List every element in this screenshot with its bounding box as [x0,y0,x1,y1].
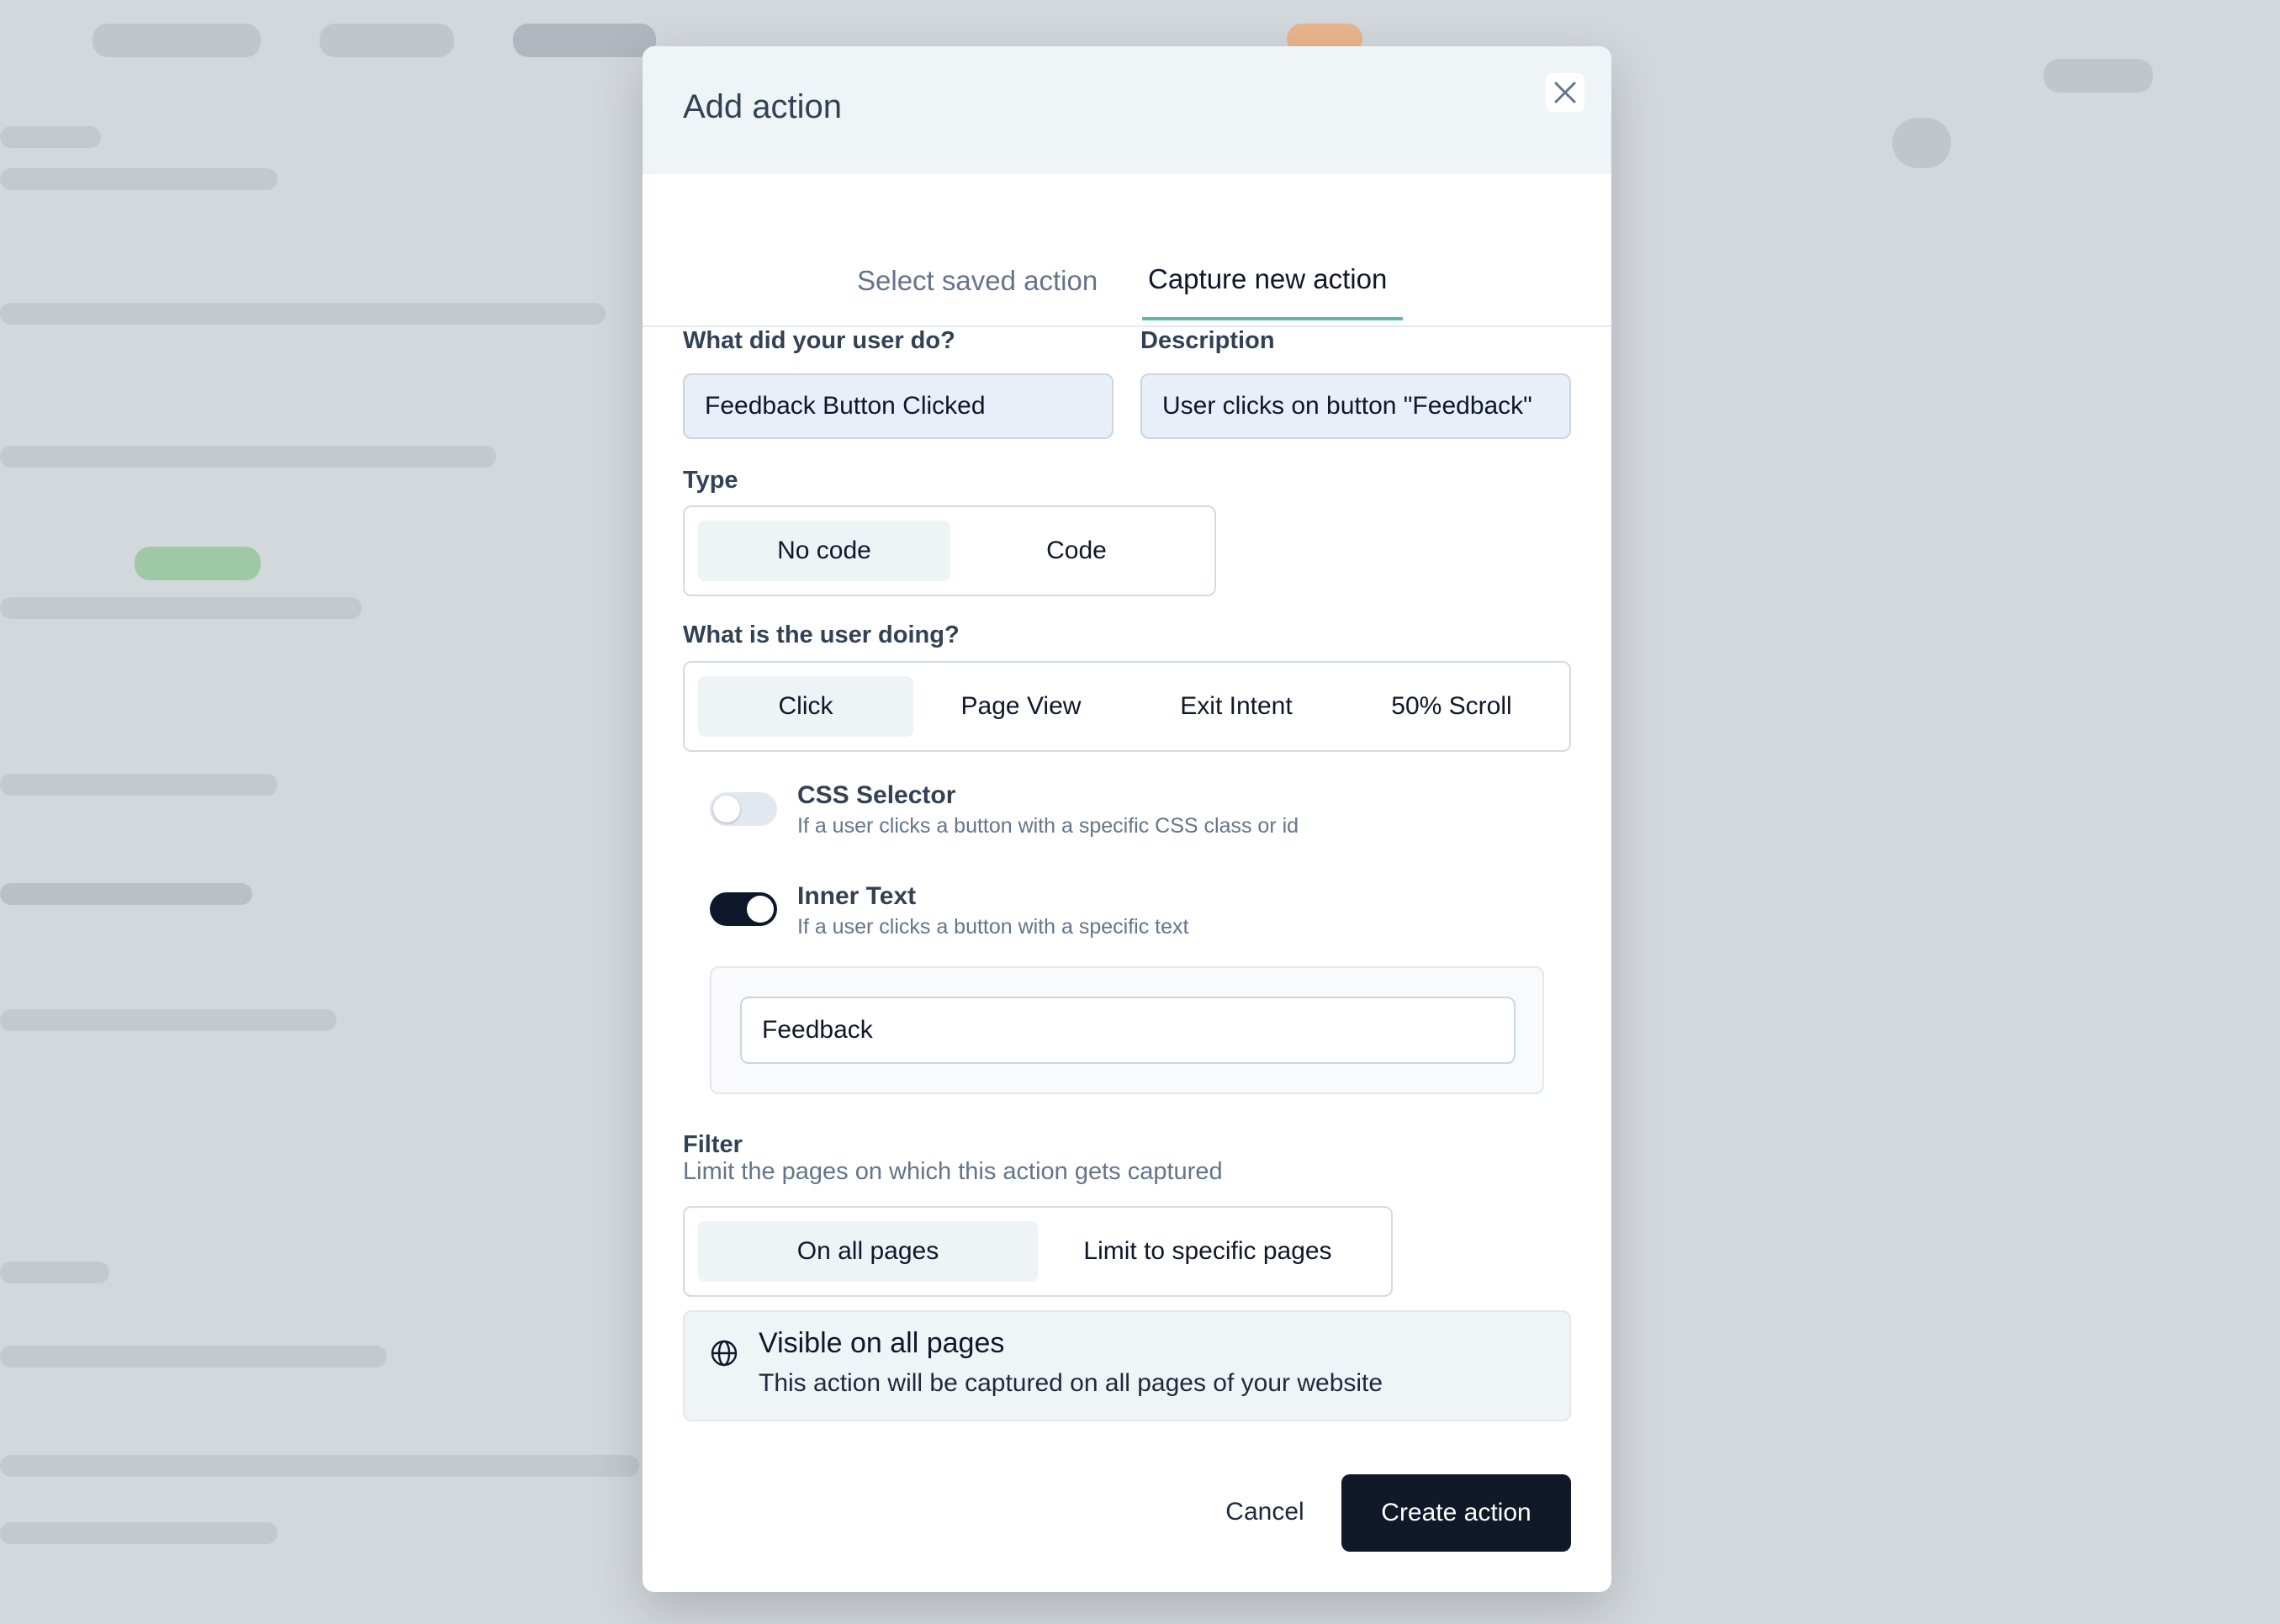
add-action-modal: Add action Select saved action Capture n… [643,46,1611,1592]
globe-icon [711,1340,738,1367]
type-segmented-control: No code Code [683,505,1216,596]
user-action-label: What did your user do? [683,327,955,354]
tabs: Select saved action Capture new action [643,174,1611,327]
css-selector-description: If a user clicks a button with a specifi… [797,814,1299,838]
filter-option-all-pages[interactable]: On all pages [698,1221,1038,1282]
css-selector-toggle[interactable] [710,792,777,826]
user-doing-option-50-scroll[interactable]: 50% Scroll [1344,676,1559,737]
bg-text [0,774,278,796]
toggle-knob [713,796,740,823]
filter-label: Filter [683,1131,743,1158]
create-action-button[interactable]: Create action [1341,1474,1571,1552]
info-title: Visible on all pages [759,1327,1005,1359]
bg-text [0,1455,639,1477]
bg-text [0,597,362,619]
inner-text-description: If a user clicks a button with a specifi… [797,915,1189,939]
css-selector-title: CSS Selector [797,781,956,809]
visibility-info-box: Visible on all pages This action will be… [683,1310,1571,1421]
bg-text [0,1346,387,1367]
tab-capture-new-action[interactable]: Capture new action [1148,263,1387,295]
user-doing-label: What is the user doing? [683,622,960,648]
type-option-code[interactable]: Code [950,521,1203,581]
user-doing-option-exit-intent[interactable]: Exit Intent [1129,676,1344,737]
user-action-input[interactable]: Feedback Button Clicked [683,373,1114,439]
bg-text [0,446,496,468]
description-label: Description [1140,327,1275,354]
close-icon [1554,82,1576,103]
inner-text-title: Inner Text [797,882,917,910]
close-button[interactable] [1546,73,1584,112]
bg-nav-item [93,24,261,57]
cancel-button[interactable]: Cancel [1181,1474,1349,1550]
bg-avatar [1892,118,1951,168]
filter-segmented-control: On all pages Limit to specific pages [683,1206,1393,1297]
user-doing-option-click[interactable]: Click [698,676,913,737]
filter-sublabel: Limit the pages on which this action get… [683,1158,1223,1185]
bg-text [0,883,252,905]
bg-text [0,1262,109,1283]
modal-title: Add action [683,88,843,125]
modal-header: Add action [643,46,1611,174]
bg-text [0,1009,336,1031]
filter-option-specific-pages[interactable]: Limit to specific pages [1038,1221,1378,1282]
bg-button [2044,59,2153,93]
active-tab-indicator [1142,317,1403,320]
inner-text-panel: Feedback [710,966,1544,1094]
bg-status [135,547,261,580]
info-description: This action will be captured on all page… [759,1369,1383,1397]
type-option-no-code[interactable]: No code [698,521,950,581]
bg-text [0,1522,278,1544]
bg-nav-item [513,24,656,57]
toggle-knob [747,896,774,923]
bg-text [0,168,278,190]
tab-select-saved-action[interactable]: Select saved action [857,265,1098,297]
inner-text-toggle[interactable] [710,892,777,926]
description-input[interactable]: User clicks on button "Feedback" [1140,373,1571,439]
user-doing-option-page-view[interactable]: Page View [913,676,1129,737]
user-doing-segmented-control: Click Page View Exit Intent 50% Scroll [683,661,1571,752]
inner-text-input[interactable]: Feedback [740,997,1516,1064]
bg-text [0,303,606,325]
type-label: Type [683,467,738,494]
bg-text [0,126,101,148]
bg-nav-item [320,24,454,57]
